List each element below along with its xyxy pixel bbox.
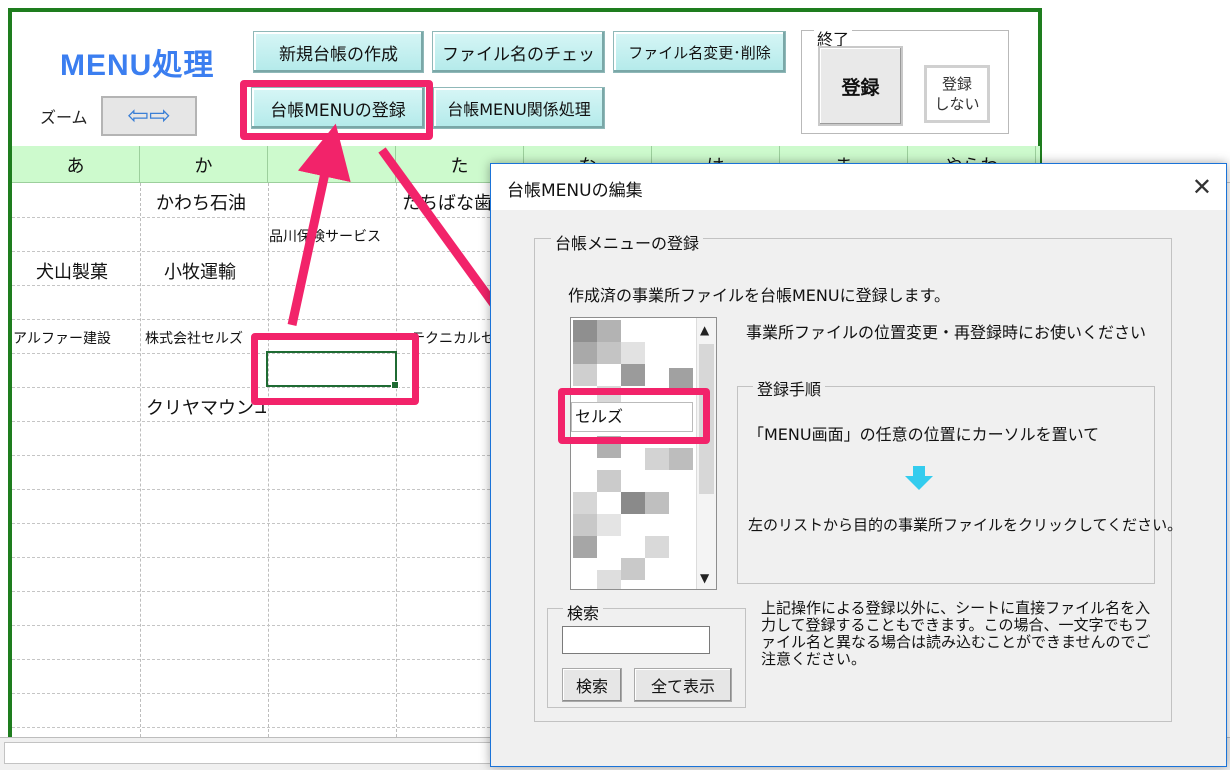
grid-cell[interactable]: 品川保険サービス [269,226,395,246]
ledger-menu-dialog: 台帳MENUの編集 ✕ 台帳メニューの登録 作成済の事業所ファイルを台帳MENU… [490,163,1227,767]
dialog-title: 台帳MENUの編集 [507,181,643,201]
highlight-list-item [558,388,710,444]
grid-cell[interactable]: かわち石油 [156,189,246,215]
register-intro-text: 作成済の事業所ファイルを台帳MENUに登録します。 [568,286,950,305]
search-input[interactable] [562,626,710,654]
highlight-selected-cell [251,333,419,405]
menu-title: MENU処理 [60,49,215,82]
grid-cell[interactable]: クリヤマウンエ [146,394,266,420]
office-file-list[interactable]: セルズ ▲ ▼ [570,317,717,590]
register-group-label: 台帳メニューの登録 [551,230,704,254]
no-register-button[interactable]: 登録 しない [924,65,990,123]
dialog-titlebar: 台帳MENUの編集 ✕ [491,164,1226,210]
no-register-line1: 登録 [941,75,972,93]
menu-related-button[interactable]: 台帳MENU関係処理 [433,87,605,129]
direct-entry-note: 上記操作による登録以外に、シートに直接ファイル名を入力して登録することもできます… [761,599,1151,668]
grid-cell[interactable]: アルファー建設 [13,328,139,348]
check-filename-button[interactable]: ファイル名のチェッ [432,31,605,73]
relocate-note: 事業所ファイルの位置変更・再登録時にお使いください [746,323,1147,342]
grid-cell[interactable]: 株式会社セルズ [145,328,267,348]
column-header[interactable]: か [140,146,268,183]
zoom-arrows-icon: ⇦⇨ [127,101,171,131]
highlight-register-button [240,80,433,140]
step-2-text: 左のリストから目的の事業所ファイルをクリックしてください。 [748,516,1183,534]
rename-delete-button[interactable]: ファイル名変更･削除 [613,31,786,73]
no-register-line2: しない [934,95,980,113]
zoom-label: ズーム [40,108,88,127]
steps-group-label: 登録手順 [753,376,826,400]
register-button[interactable]: 登録 [818,46,903,126]
scroll-down-icon[interactable]: ▼ [700,571,709,585]
zoom-button[interactable]: ⇦⇨ [101,96,197,136]
grid-cell[interactable]: 小牧運輸 [164,258,236,284]
scroll-up-icon[interactable]: ▲ [700,323,709,337]
search-group-label: 検索 [563,600,604,624]
column-header[interactable]: あ [12,146,140,183]
grid-cell[interactable]: 犬山製菓 [36,258,108,284]
down-arrow-icon [905,466,933,490]
close-icon[interactable]: ✕ [1192,173,1212,201]
column-header[interactable]: さ [268,146,396,183]
list-scrollbar[interactable]: ▲ ▼ [696,318,716,589]
show-all-button[interactable]: 全て表示 [634,668,732,702]
steps-group [737,386,1155,584]
new-ledger-button[interactable]: 新規台帳の作成 [253,31,424,73]
search-button[interactable]: 検索 [562,668,622,702]
step-1-text: 「MENU画面」の任意の位置にカーソルを置いて [748,425,1100,444]
